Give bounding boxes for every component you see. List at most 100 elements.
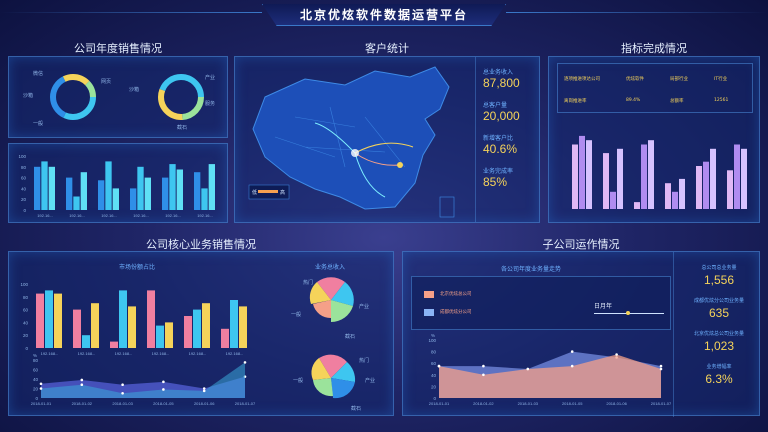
bar bbox=[80, 172, 87, 210]
y-tick-label: 0 bbox=[25, 346, 28, 351]
table-cell: 12561 bbox=[714, 98, 729, 103]
table-cell: 优炫软件 bbox=[626, 77, 644, 82]
data-point bbox=[39, 382, 43, 386]
subsidiary-title: 子公司运作情况 bbox=[542, 239, 620, 251]
rose-label: 热门 bbox=[303, 279, 313, 286]
bar bbox=[156, 325, 164, 348]
rose-label: 产业 bbox=[365, 377, 375, 384]
bar bbox=[641, 144, 647, 209]
bar bbox=[147, 290, 155, 348]
target-bar-chart bbox=[572, 135, 747, 209]
bar bbox=[696, 166, 702, 209]
data-point bbox=[121, 391, 124, 395]
bar bbox=[194, 172, 201, 210]
bar bbox=[41, 161, 48, 210]
y-tick-label: 20 bbox=[33, 387, 39, 392]
bar bbox=[184, 316, 192, 348]
bar bbox=[202, 303, 210, 348]
bar bbox=[162, 177, 169, 210]
bar bbox=[201, 188, 208, 210]
rose-charts: 热门 产业 截石 一般 热门 产业 截石 一般 bbox=[291, 277, 375, 412]
y-tick-label: 60 bbox=[23, 308, 29, 313]
stat-label: 业务增幅率 bbox=[706, 364, 732, 370]
bar bbox=[66, 177, 73, 210]
table-cell: 89.4% bbox=[626, 98, 641, 103]
x-tick-label: 192.16... bbox=[133, 213, 149, 218]
page-title: 北京优炫软件数据运营平台 bbox=[262, 4, 506, 26]
y-tick-label: 40 bbox=[431, 373, 437, 378]
x-tick-label: 2018-01-06 bbox=[606, 401, 627, 406]
core-sales-title: 公司核心业务销售情况 bbox=[146, 239, 256, 251]
y-tick-label: 100 bbox=[20, 282, 28, 287]
stat-value: 40.6% bbox=[483, 142, 518, 156]
bar bbox=[672, 191, 678, 209]
bar bbox=[221, 328, 229, 348]
stat-value: 85% bbox=[483, 175, 508, 189]
legend-low: 低 bbox=[252, 189, 257, 196]
bar bbox=[130, 188, 137, 210]
stat-value: 87,800 bbox=[483, 76, 520, 90]
legend-swatch-a bbox=[424, 291, 434, 298]
bar bbox=[193, 309, 201, 348]
bar bbox=[82, 335, 90, 348]
y-tick-label: 20 bbox=[21, 197, 27, 202]
stat-label: 总公司总业务量 bbox=[701, 265, 737, 271]
bar bbox=[54, 293, 62, 348]
bar bbox=[703, 161, 709, 209]
x-tick-label: 2018-01-05 bbox=[153, 401, 174, 406]
legend-high: 高 bbox=[280, 189, 285, 196]
x-tick-label: 192.16... bbox=[165, 213, 181, 218]
table-cell: 逐项推进项达公司 bbox=[564, 77, 600, 82]
bar bbox=[169, 164, 176, 210]
bar bbox=[610, 191, 616, 209]
y-tick-label: 100 bbox=[18, 154, 26, 159]
data-point bbox=[615, 353, 618, 356]
x-tick-label: 2018-01-01 bbox=[429, 401, 450, 406]
table-cell: 局部行业 bbox=[670, 77, 688, 82]
bar bbox=[230, 300, 238, 348]
data-point bbox=[437, 364, 441, 368]
customer-stats: 总业务收入 87,800 总客户量 20,000 新增客户比 40.6% 业务完… bbox=[483, 67, 537, 189]
core-area-chart: %8060402002018-01-01 2018-01-02 2018-01-03… bbox=[31, 354, 256, 406]
x-tick-label: 2018-01-07 bbox=[235, 401, 256, 406]
stat-value: 1,023 bbox=[703, 339, 735, 353]
south-sea-inset bbox=[439, 196, 455, 218]
stat-value: 1,556 bbox=[703, 273, 735, 287]
x-tick-label: 2018-01-01 bbox=[31, 401, 52, 406]
data-point bbox=[659, 364, 663, 368]
data-point bbox=[80, 378, 84, 382]
y-tick-label: 20 bbox=[23, 333, 29, 338]
data-point bbox=[121, 383, 124, 386]
bar bbox=[734, 144, 740, 209]
subsidiary-panel: 各公司年度业务量走势 北京优炫总公司 成都优炫分公司 日月年 % 100 80 60 4… bbox=[402, 251, 760, 417]
bar bbox=[579, 135, 585, 209]
donut-right-label: 沙箱 bbox=[129, 86, 139, 93]
legend-label-a: 北京优炫总公司 bbox=[440, 292, 472, 297]
area-series bbox=[41, 362, 245, 398]
subsidiary-stats: 总公司总业务量 1,556 成都优炫分公司业务量 635 北京优炫总公司业务量 … bbox=[679, 264, 759, 386]
rose-top bbox=[309, 277, 354, 323]
annual-bar-panel: 100 80 60 40 20 0 192.16... 192.16... 192.16... 1… bbox=[8, 143, 228, 223]
bar bbox=[208, 164, 215, 210]
rose-label: 产业 bbox=[359, 303, 369, 310]
donut-left-label: 一般 bbox=[33, 120, 43, 127]
x-tick-label: 2018-01-06 bbox=[194, 401, 215, 406]
data-point bbox=[243, 361, 247, 364]
bar bbox=[165, 322, 173, 348]
y-tick-label: 100 bbox=[428, 338, 436, 343]
bar bbox=[34, 166, 41, 210]
legend-swatch-b bbox=[424, 309, 434, 316]
bar bbox=[110, 341, 118, 348]
x-tick-label: 192.16... bbox=[101, 213, 117, 218]
china-map: 低 高 bbox=[248, 66, 455, 218]
table-cell: 总额率 bbox=[670, 99, 684, 104]
bar bbox=[73, 309, 81, 348]
data-point bbox=[162, 388, 165, 391]
slider-handle[interactable] bbox=[626, 311, 630, 315]
y-tick-label: 80 bbox=[21, 165, 27, 170]
bar bbox=[98, 180, 105, 210]
bar bbox=[741, 148, 747, 209]
rose-label: 一般 bbox=[291, 311, 301, 318]
stat-value: 635 bbox=[708, 306, 730, 320]
bar bbox=[119, 290, 127, 348]
